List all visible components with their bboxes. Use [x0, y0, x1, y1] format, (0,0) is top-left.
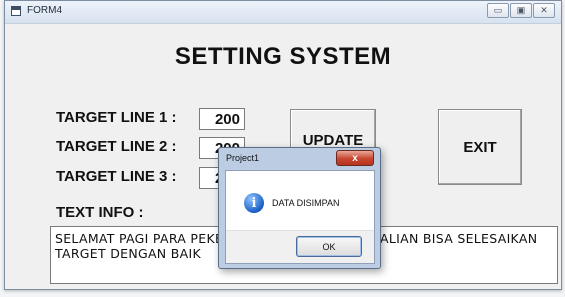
target-line-1-label: TARGET LINE 1 :	[56, 109, 177, 126]
dialog-close-button[interactable]: x	[336, 150, 374, 166]
window-icon	[11, 6, 21, 16]
page-title: SETTING SYSTEM	[174, 43, 392, 70]
dialog-footer: OK	[226, 230, 374, 263]
close-button[interactable]: ✕	[533, 3, 555, 18]
dialog-body: i DATA DISIMPAN OK	[225, 170, 375, 264]
window-controls: ▭ ▣ ✕	[487, 3, 555, 18]
target-line-2-label: TARGET LINE 2 :	[56, 138, 177, 155]
maximize-button[interactable]: ▣	[510, 3, 532, 18]
window-title: FORM4	[27, 5, 62, 16]
title-bar: FORM4 ▭ ▣ ✕	[5, 1, 561, 24]
information-icon: i	[244, 193, 264, 213]
dialog-title: Project1	[226, 153, 260, 163]
ok-button[interactable]: OK	[296, 236, 362, 257]
exit-button[interactable]: EXIT	[438, 109, 522, 185]
minimize-button[interactable]: ▭	[487, 3, 509, 18]
target-line-1-input[interactable]	[199, 108, 245, 130]
message-dialog: Project1 x i DATA DISIMPAN OK	[218, 147, 381, 269]
text-info-label: TEXT INFO :	[56, 204, 144, 221]
target-line-3-label: TARGET LINE 3 :	[56, 168, 177, 185]
dialog-message: DATA DISIMPAN	[272, 198, 340, 208]
